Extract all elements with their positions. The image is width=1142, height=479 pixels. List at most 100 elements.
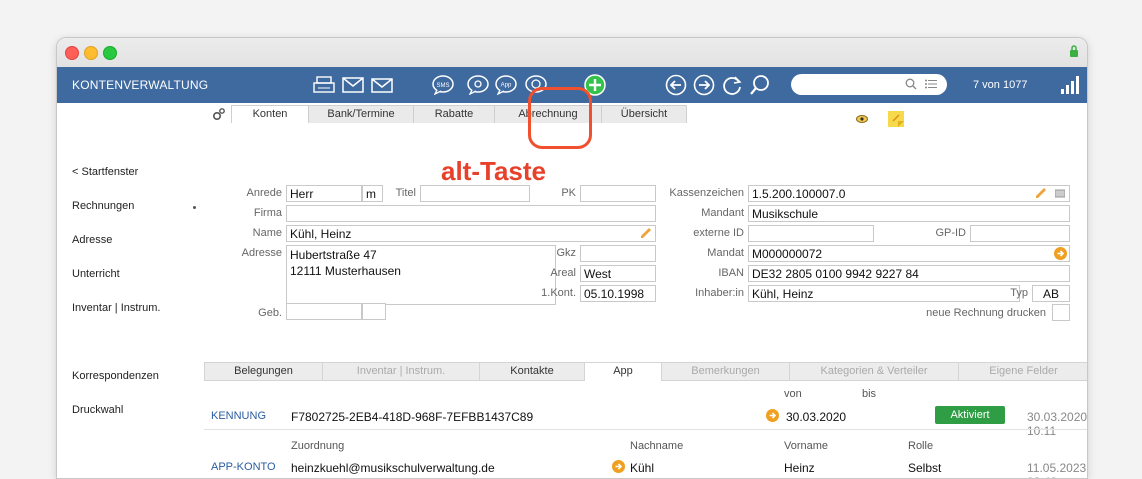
mandat-label: Mandat [707,247,744,259]
annotation-alt-taste: alt-Taste [441,156,546,186]
gkz-field[interactable] [580,245,656,262]
search-toolbar-icon[interactable] [749,74,771,96]
scan-icon[interactable] [1055,188,1065,198]
tab-uebersicht[interactable]: Übersicht [601,105,687,123]
kassenzeichen-field[interactable]: 1.5.200.100007.0 [748,185,1070,202]
sidebar-item-startfenster[interactable]: < Startfenster [72,166,138,178]
anrede-field[interactable]: Herr [286,185,362,202]
gpid-field[interactable] [970,225,1070,242]
externe-id-label: externe ID [693,227,744,239]
tab-bank-termine[interactable]: Bank/Termine [308,105,414,123]
svg-text:SMS: SMS [436,83,449,89]
adresse-label: Adresse [241,247,282,259]
rolle-value: Selbst [908,461,942,475]
arrow-go-icon-konto[interactable] [612,460,625,473]
signal-bars-icon[interactable] [1061,76,1079,94]
print-icon[interactable] [313,74,335,96]
edit-pencil-icon[interactable] [640,227,652,239]
geb-field[interactable] [286,303,362,320]
sidebar-item-druckwahl[interactable]: Druckwahl [72,404,123,416]
sidebar-item-adresse[interactable]: Adresse [72,234,112,246]
nachname-label: Nachname [630,440,684,452]
tab-app[interactable]: App [584,362,662,380]
status-badge[interactable]: Aktiviert [935,406,1005,424]
sms-icon[interactable]: SMS [432,74,454,96]
externe-id-field[interactable] [748,225,874,242]
svg-text:App: App [501,83,512,89]
tab-inventar[interactable]: Inventar | Instrum. [322,362,480,381]
gkz-label: Gkz [556,247,576,259]
adresse-field[interactable]: Hubertstraße 47 12111 Musterhausen [286,245,556,305]
inhaber-label: Inhaber:in [695,287,744,299]
active-indicator-dot [193,206,196,209]
sidebar-item-inventar[interactable]: Inventar | Instrum. [72,302,160,314]
mandat-field[interactable]: M000000072 [748,245,1070,262]
eye-icon[interactable] [856,115,868,123]
tab-rabatte[interactable]: Rabatte [413,105,495,123]
refresh-icon[interactable] [721,74,743,96]
app-konto-label: APP-KONTO [211,461,276,473]
typ-field[interactable]: AB [1032,285,1070,302]
app-window: KONTENVERWALTUNG SMS App 7 von 1077 < St… [56,37,1088,479]
lock-icon [1070,45,1078,57]
minimize-window-button[interactable] [84,46,98,60]
kont-label: 1.Kont. [541,287,576,299]
name-field[interactable]: Kühl, Heinz [286,225,656,242]
highlight-circle [528,87,592,149]
kennung-timestamp: 30.03.2020 10:11 [1027,410,1088,438]
close-window-button[interactable] [65,46,79,60]
areal-field[interactable]: West [580,265,656,282]
search-input[interactable] [791,74,947,95]
bottom-tab-bar: Belegungen Inventar | Instrum. Kontakte … [204,362,1087,381]
kont-field[interactable]: 05.10.1998 [580,285,656,302]
top-tab-bar: Konten Bank/Termine Rabatte Abrechnung Ü… [204,105,1087,127]
typ-label: Typ [1010,287,1028,299]
mail-letter-icon[interactable] [371,74,393,96]
iban-field[interactable]: DE32 2805 0100 9942 9227 84 [748,265,1070,282]
tab-bemerkungen[interactable]: Bemerkungen [661,362,790,381]
von-date: 30.03.2020 [786,410,847,424]
mandant-label: Mandant [701,207,744,219]
list-icon[interactable] [925,79,937,89]
anrede-label: Anrede [246,187,282,199]
titel-label: Titel [395,187,416,199]
name-label: Name [252,227,282,239]
forward-arrow-icon[interactable] [693,74,715,96]
mail-icon[interactable] [342,74,364,96]
neue-rechnung-label: neue Rechnung drucken [926,307,1046,319]
firma-label: Firma [253,207,282,219]
tab-konten[interactable]: Konten [231,105,309,123]
titel-field[interactable] [420,185,530,202]
tab-belegungen[interactable]: Belegungen [204,362,323,381]
inhaber-field[interactable]: Kühl, Heinz [748,285,1020,302]
arrow-go-icon-kennung[interactable] [766,409,779,422]
zoom-window-button[interactable] [103,46,117,60]
back-arrow-icon[interactable] [665,74,687,96]
app-title: KONTENVERWALTUNG [72,78,209,92]
app-chat-icon[interactable]: App [495,74,517,96]
gpid-label: GP-ID [935,227,966,239]
neue-rechnung-checkbox[interactable] [1052,304,1070,321]
sidebar-item-rechnungen[interactable]: Rechnungen [72,200,134,212]
vorname-value: Heinz [784,461,815,475]
von-label: von [784,388,802,400]
sidebar-item-korrespondenzen[interactable]: Korrespondenzen [72,370,159,382]
arrow-go-icon-mandat[interactable] [1054,247,1067,260]
gear-icon[interactable] [212,107,226,121]
note-icon[interactable] [888,111,904,127]
sidebar-item-unterricht[interactable]: Unterricht [72,268,120,280]
tab-kontakte[interactable]: Kontakte [479,362,585,381]
adresse-line-1: Hubertstraße 47 [290,248,377,262]
anrede-code-field[interactable]: m [362,185,383,202]
firma-field[interactable] [286,205,656,222]
email-value: heinzkuehl@musikschulverwaltung.de [291,461,495,475]
tab-kategorien[interactable]: Kategorien & Verteiler [789,362,959,381]
tab-eigene-felder[interactable]: Eigene Felder [958,362,1087,381]
edit-pencil-icon-kasse[interactable] [1035,187,1047,199]
zuordnung-label: Zuordnung [291,440,345,452]
pk-field[interactable] [580,185,656,202]
at-chat-icon[interactable] [467,74,489,96]
geb-extra-field[interactable] [362,303,386,320]
mandant-field[interactable]: Musikschule [748,205,1070,222]
vorname-label: Vorname [784,440,829,452]
